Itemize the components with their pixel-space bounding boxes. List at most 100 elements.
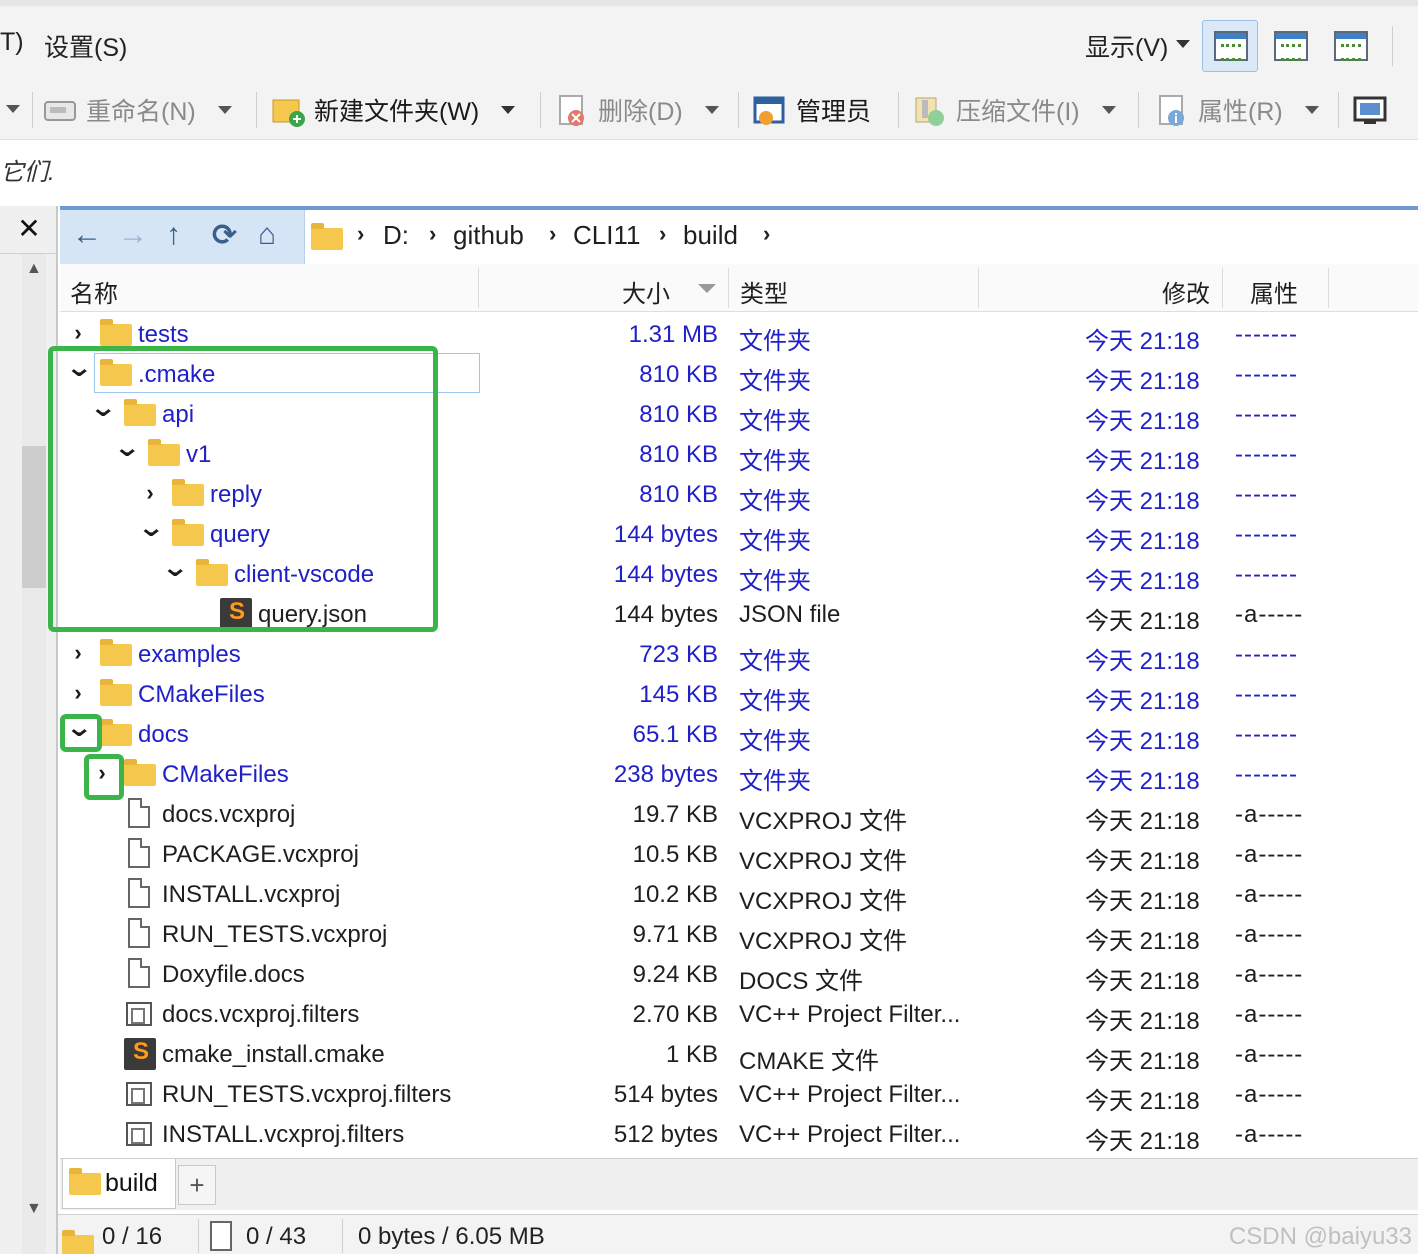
breadcrumb-item[interactable]: build <box>683 220 738 251</box>
forward-arrow-icon[interactable]: → <box>118 218 148 252</box>
rename-icon <box>42 92 78 128</box>
view-dropdown-arrow-icon[interactable] <box>1176 40 1190 48</box>
folder-row[interactable]: › CMakeFiles 145 KB 文件夹 今天 21:18 ------- <box>60 674 1418 715</box>
address-bar: ← → ↑ ⟳ ⌂ › D: › github › CLI11 › build … <box>60 206 1418 264</box>
file-attributes: -a----- <box>1235 601 1304 628</box>
file-size: 9.71 KB <box>632 921 718 948</box>
chevron-right-icon[interactable]: › <box>68 680 88 706</box>
file-row[interactable]: docs.vcxproj 19.7 KB VCXPROJ 文件 今天 21:18 -a-… <box>60 794 1418 835</box>
column-divider[interactable] <box>978 268 979 308</box>
folder-icon <box>69 1168 101 1195</box>
toolbar-overflow-arrow-icon[interactable] <box>6 105 20 113</box>
file-name: RUN_TESTS.vcxproj.filters <box>162 1081 452 1108</box>
folder-row[interactable]: › examples 723 KB 文件夹 今天 21:18 ------- <box>60 634 1418 675</box>
chevron-right-icon[interactable]: › <box>429 221 436 247</box>
column-type[interactable]: 类型 <box>740 274 788 309</box>
preview-view-button[interactable] <box>1262 20 1318 72</box>
back-arrow-icon[interactable]: ← <box>72 218 102 252</box>
chevron-right-icon[interactable]: › <box>68 640 88 666</box>
column-modified[interactable]: 修改 <box>1162 274 1210 309</box>
file-modified: 今天 21:18 <box>1085 528 1200 555</box>
properties-icon <box>1154 92 1190 128</box>
menu-item-settings[interactable]: 设置(S) <box>44 28 127 64</box>
file-type: 文件夹 <box>739 648 811 675</box>
column-divider[interactable] <box>478 268 479 308</box>
breadcrumb-item[interactable]: github <box>453 220 524 251</box>
toolbar-separator <box>898 92 899 128</box>
refresh-icon[interactable]: ⟳ <box>212 218 237 253</box>
chevron-right-icon[interactable]: › <box>763 221 770 247</box>
details-view-button[interactable] <box>1202 20 1258 72</box>
slideshow-button[interactable] <box>1352 86 1396 134</box>
column-divider[interactable] <box>728 268 729 308</box>
filter-file-icon <box>124 998 158 1028</box>
thumbnail-view-button[interactable] <box>1322 20 1378 72</box>
column-attributes[interactable]: 属性 <box>1250 274 1298 309</box>
home-icon[interactable]: ⌂ <box>258 218 276 252</box>
menu-bar: T) 设置(S) 显示(V) <box>0 0 1418 80</box>
rename-button[interactable]: 重命名(N) <box>42 86 232 134</box>
delete-button[interactable]: 删除(D) <box>554 86 719 134</box>
file-modified: 今天 21:18 <box>1085 688 1200 715</box>
file-modified: 今天 21:18 <box>1085 728 1200 755</box>
column-size[interactable]: 大小 <box>622 274 670 309</box>
chevron-right-icon[interactable]: › <box>659 221 666 247</box>
folder-row[interactable]: ⌄ docs 65.1 KB 文件夹 今天 21:18 ------- <box>60 712 1418 755</box>
chevron-right-icon[interactable]: › <box>68 320 88 346</box>
file-row[interactable]: RUN_TESTS.vcxproj.filters 514 bytes VC++ P… <box>60 1074 1418 1115</box>
file-size: 144 bytes <box>613 601 718 628</box>
file-row[interactable]: INSTALL.vcxproj.filters 512 bytes VC++ Pro… <box>60 1114 1418 1155</box>
toolbar-separator <box>738 92 739 128</box>
compress-button[interactable]: 压缩文件(I) <box>912 86 1116 134</box>
properties-dropdown-icon[interactable] <box>1304 106 1319 114</box>
new-folder-button[interactable]: 新建文件夹(W) <box>270 86 516 134</box>
file-name: INSTALL.vcxproj.filters <box>162 1121 405 1148</box>
folder-icon <box>62 1229 94 1254</box>
menu-item-partial[interactable]: T) <box>0 28 24 57</box>
file-attributes: ------- <box>1235 721 1298 748</box>
column-name[interactable]: 名称 <box>70 274 118 309</box>
file-row[interactable]: Doxyfile.docs 9.24 KB DOCS 文件 今天 21:18 -a---… <box>60 954 1418 995</box>
file-name: examples <box>138 641 241 668</box>
file-size: 810 KB <box>639 401 718 428</box>
column-divider[interactable] <box>1328 268 1329 308</box>
chevron-right-icon[interactable]: › <box>549 221 556 247</box>
file-attributes: -a----- <box>1235 841 1304 868</box>
details-view-icon <box>1214 31 1248 61</box>
menu-item-view[interactable]: 显示(V) <box>1085 28 1168 64</box>
close-pane-button[interactable]: ✕ <box>0 206 58 254</box>
file-row[interactable]: INSTALL.vcxproj 10.2 KB VCXPROJ 文件 今天 21:18… <box>60 874 1418 915</box>
scroll-up-arrow-icon[interactable]: ▲ <box>26 260 42 278</box>
tab-build[interactable]: build <box>62 1159 176 1209</box>
file-modified: 今天 21:18 <box>1085 568 1200 595</box>
delete-dropdown-icon[interactable] <box>704 106 719 114</box>
hint-text: 它们. <box>0 159 55 186</box>
scroll-down-arrow-icon[interactable]: ▼ <box>26 1200 42 1218</box>
admin-button[interactable]: 管理员 <box>752 86 871 134</box>
new-folder-dropdown-icon[interactable] <box>501 106 516 114</box>
file-name: docs.vcxproj.filters <box>162 1001 360 1028</box>
file-modified: 今天 21:18 <box>1085 768 1200 795</box>
breadcrumb[interactable]: › D: › github › CLI11 › build › <box>304 210 1418 264</box>
scrollbar-thumb[interactable] <box>22 446 46 588</box>
rename-dropdown-icon[interactable] <box>217 106 232 114</box>
left-pane-scrollbar[interactable]: ▲ ▼ <box>22 254 46 1254</box>
file-modified: 今天 21:18 <box>1085 1008 1200 1035</box>
add-tab-button[interactable]: + <box>178 1165 216 1205</box>
breadcrumb-item[interactable]: CLI11 <box>573 220 640 251</box>
column-divider[interactable] <box>1222 268 1223 308</box>
properties-button[interactable]: 属性(R) <box>1154 86 1319 134</box>
folder-row[interactable]: › CMakeFiles 238 bytes 文件夹 今天 21:18 ------- <box>60 754 1418 795</box>
chevron-right-icon[interactable]: › <box>357 221 364 247</box>
file-row[interactable]: docs.vcxproj.filters 2.70 KB VC++ Project … <box>60 994 1418 1035</box>
document-icon <box>124 958 158 988</box>
breadcrumb-item[interactable]: D: <box>383 220 409 251</box>
file-row[interactable]: RUN_TESTS.vcxproj 9.71 KB VCXPROJ 文件 今天 21:… <box>60 914 1418 955</box>
compress-dropdown-icon[interactable] <box>1101 106 1116 114</box>
up-arrow-icon[interactable]: ↑ <box>166 218 181 252</box>
delete-label: 删除(D) <box>598 98 683 126</box>
file-row[interactable]: PACKAGE.vcxproj 10.5 KB VCXPROJ 文件 今天 21:18… <box>60 834 1418 875</box>
file-row[interactable]: cmake_install.cmake 1 KB CMAKE 文件 今天 21:18 -… <box>60 1034 1418 1075</box>
status-divider <box>198 1219 199 1253</box>
status-files: 0 / 43 <box>246 1223 307 1250</box>
